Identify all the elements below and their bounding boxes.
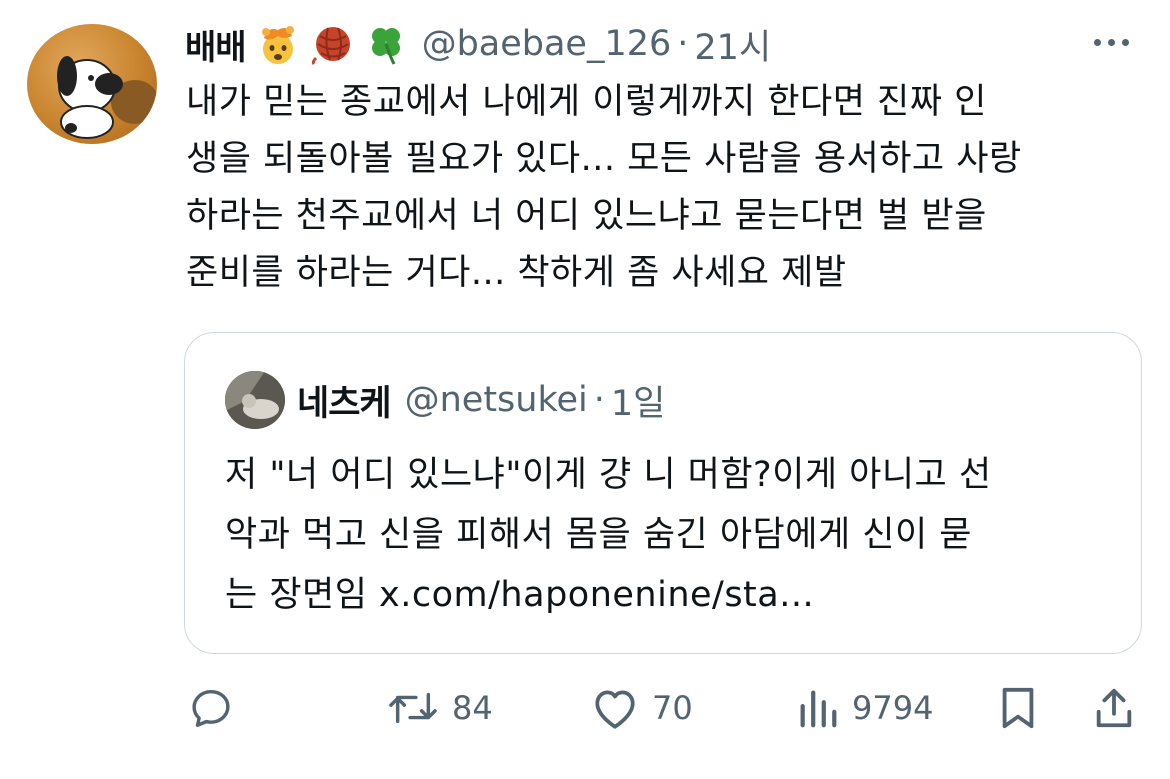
- separator-dot: ·: [593, 380, 605, 420]
- timestamp[interactable]: 21시: [694, 19, 771, 70]
- tweet-text-line: 생을 되돌아볼 필요가 있다... 모든 사람을 용서하고 사랑: [186, 139, 1022, 179]
- quoted-timestamp[interactable]: 1일: [611, 375, 665, 426]
- quoted-text-line: 악과 먹고 신을 피해서 몸을 숨긴 아담에게 신이 묻: [225, 515, 973, 555]
- retweet-count: 84: [452, 689, 493, 727]
- retweet-icon: [386, 685, 440, 731]
- bookmark-icon: [996, 685, 1040, 731]
- reply-icon: [188, 685, 234, 731]
- more-options-icon[interactable]: [1094, 28, 1138, 56]
- retweet-button[interactable]: 84: [386, 680, 493, 736]
- four-leaf-clover-emoji: [364, 22, 408, 66]
- quoted-text: 저 "너 어디 있느냐"이게 걍 니 머함?이게 아니고 선 악과 먹고 신을 …: [225, 445, 1125, 625]
- avatar[interactable]: [27, 24, 157, 144]
- tweet-header: 배배 @baebae_126 · 21시: [185, 16, 771, 72]
- tweet-text-line: 준비를 하라는 거다... 착하게 좀 사세요 제발: [186, 253, 847, 293]
- share-icon: [1092, 685, 1136, 731]
- quoted-text-line: 는 장면임 x.com/haponenine/sta...: [225, 575, 815, 615]
- handle[interactable]: @baebae_126: [422, 24, 672, 64]
- tweet-text-line: 내가 믿는 종교에서 나에게 이렇게까지 한다면 진짜 인: [186, 82, 987, 122]
- reply-button[interactable]: [188, 680, 234, 736]
- views-count: 9794: [852, 689, 934, 727]
- quoted-avatar[interactable]: [225, 371, 285, 429]
- quoted-tweet-card[interactable]: 네츠케 @netsukei · 1일 저 "너 어디 있느냐"이게 걍 니 머함…: [184, 332, 1142, 654]
- action-bar: 84 70 9794: [0, 680, 1170, 736]
- like-count: 70: [652, 689, 693, 727]
- tweet-text-line: 하라는 천주교에서 너 어디 있느냐고 묻는다면 벌 받을: [186, 196, 987, 236]
- views-icon: [796, 685, 840, 731]
- quoted-text-line: 저 "너 어디 있느냐"이게 걍 니 머함?이게 아니고 선: [225, 455, 992, 495]
- quoted-display-name[interactable]: 네츠케: [297, 375, 392, 426]
- like-button[interactable]: 70: [590, 680, 693, 736]
- yarn-emoji: [310, 22, 354, 66]
- bookmark-button[interactable]: [996, 680, 1040, 736]
- separator-dot: ·: [677, 24, 689, 64]
- display-name[interactable]: 배배: [185, 20, 247, 69]
- tweet[interactable]: 배배 @baebae_126 · 21시 내가 믿는 종교에서 나에게 이렇게까…: [0, 0, 1170, 779]
- quoted-handle[interactable]: @netsukei: [405, 380, 588, 420]
- quoted-header: 네츠케 @netsukei · 1일: [297, 375, 665, 425]
- exploding-head-emoji: [256, 22, 300, 66]
- share-button[interactable]: [1092, 680, 1136, 736]
- views-button[interactable]: 9794: [796, 680, 933, 736]
- heart-icon: [590, 685, 640, 731]
- tweet-text: 내가 믿는 종교에서 나에게 이렇게까지 한다면 진짜 인 생을 되돌아볼 필요…: [186, 74, 1146, 302]
